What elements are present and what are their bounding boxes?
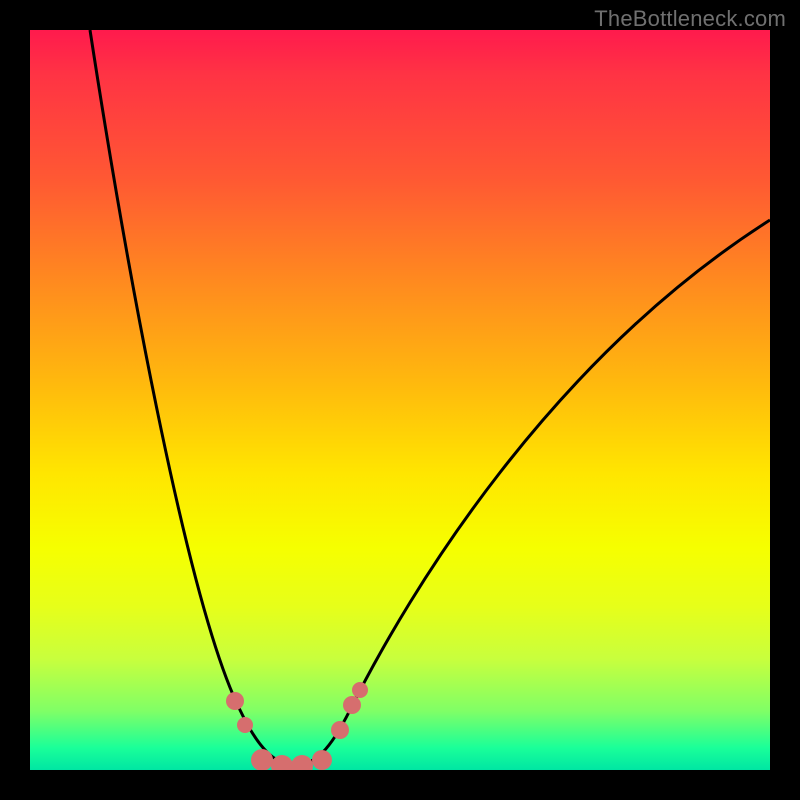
plot-area	[30, 30, 770, 770]
watermark-text: TheBottleneck.com	[594, 6, 786, 32]
datapoint	[352, 682, 368, 698]
datapoint	[291, 755, 313, 770]
datapoint	[226, 692, 244, 710]
datapoint	[312, 750, 332, 770]
datapoint	[343, 696, 361, 714]
datapoints-group	[226, 682, 368, 770]
bottleneck-curve	[90, 30, 770, 765]
datapoint	[251, 749, 273, 770]
chart-svg	[30, 30, 770, 770]
chart-frame: TheBottleneck.com	[0, 0, 800, 800]
datapoint	[237, 717, 253, 733]
datapoint	[331, 721, 349, 739]
